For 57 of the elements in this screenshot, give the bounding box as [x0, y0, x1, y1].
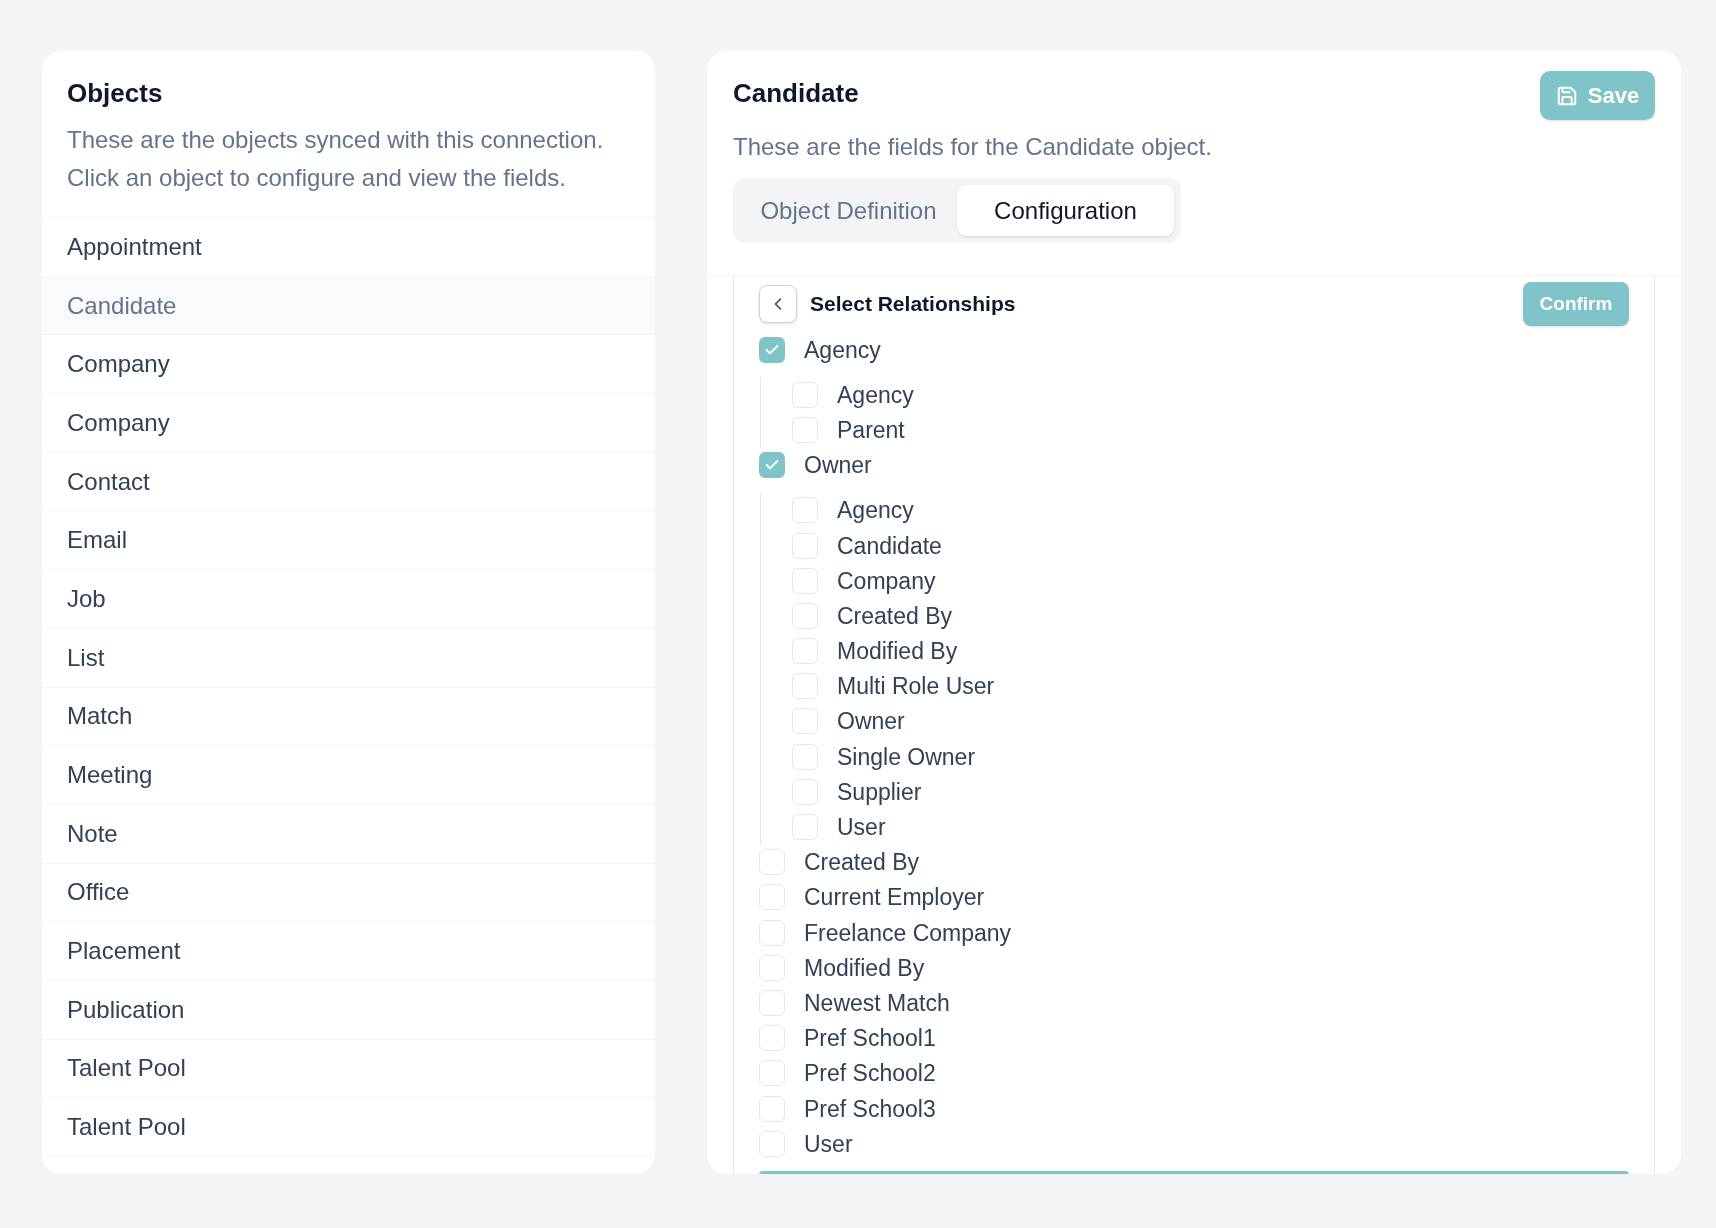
checkbox[interactable] [792, 814, 818, 841]
cut-off-button[interactable] [759, 1171, 1629, 1174]
relationship-label: Single Owner [837, 742, 976, 771]
checkbox[interactable] [792, 602, 818, 629]
checkbox[interactable] [792, 673, 818, 700]
checkbox[interactable] [792, 381, 818, 408]
object-item[interactable]: Candidate [42, 275, 655, 335]
relationship-label: User [804, 1129, 853, 1158]
panel-title: Objects [67, 77, 164, 109]
relationship-label: Newest Match [804, 988, 950, 1017]
relationship-label: Candidate [837, 531, 942, 560]
checkbox[interactable] [759, 849, 785, 876]
tab[interactable]: Configuration [957, 185, 1174, 236]
checkbox[interactable] [759, 1130, 785, 1157]
relationship-label: Freelance Company [804, 918, 1012, 947]
relationship-label: Created By [804, 848, 920, 877]
relationship-label: Current Employer [804, 883, 985, 912]
relationship-label: Parent [837, 415, 905, 444]
panel-description: These are the fields for the Candidate object. [733, 132, 1213, 162]
checkbox[interactable] [759, 954, 785, 981]
relationship-label: Pref School1 [804, 1024, 936, 1053]
tab[interactable]: Object Definition [740, 185, 957, 236]
relationship-label: Pref School2 [804, 1059, 936, 1088]
checkbox[interactable] [759, 452, 785, 479]
relationship-label: Supplier [837, 777, 922, 806]
relationship-label: Pref School3 [804, 1094, 936, 1123]
checkbox[interactable] [792, 416, 818, 443]
relationship-label: Multi Role User [837, 672, 995, 701]
checkbox[interactable] [792, 778, 818, 805]
back-button[interactable] [759, 285, 797, 323]
relationship-label: Agency [804, 335, 881, 364]
panel-description: These are the objects synced with this connection. Click an object to configure and view the fields. [67, 125, 605, 193]
checkbox[interactable] [792, 743, 818, 770]
relationship-label: Company [837, 566, 936, 595]
checkbox[interactable] [759, 1060, 785, 1087]
checkbox[interactable] [759, 919, 785, 946]
checkbox[interactable] [792, 532, 818, 559]
checkbox[interactable] [792, 638, 818, 665]
checkbox[interactable] [792, 567, 818, 594]
checkbox[interactable] [759, 1025, 785, 1052]
checkbox[interactable] [759, 989, 785, 1016]
checkbox[interactable] [759, 1095, 785, 1122]
relationship-label: Agency [837, 496, 914, 525]
relationship-label: User [837, 813, 886, 842]
section-title: Select Relationships [810, 291, 1016, 317]
checkbox[interactable] [759, 884, 785, 911]
checkbox[interactable] [792, 708, 818, 735]
relationship-label: Created By [837, 601, 953, 630]
relationship-label: Agency [837, 380, 914, 409]
relationship-label: Owner [804, 451, 872, 480]
relationship-label: Modified By [804, 953, 925, 982]
relationship-label: Modified By [837, 637, 958, 666]
relationship-label: Owner [837, 707, 905, 736]
panel-title: Candidate [733, 77, 859, 109]
checkbox[interactable] [759, 336, 785, 363]
checkbox[interactable] [792, 497, 818, 524]
save-icon [1555, 84, 1578, 107]
